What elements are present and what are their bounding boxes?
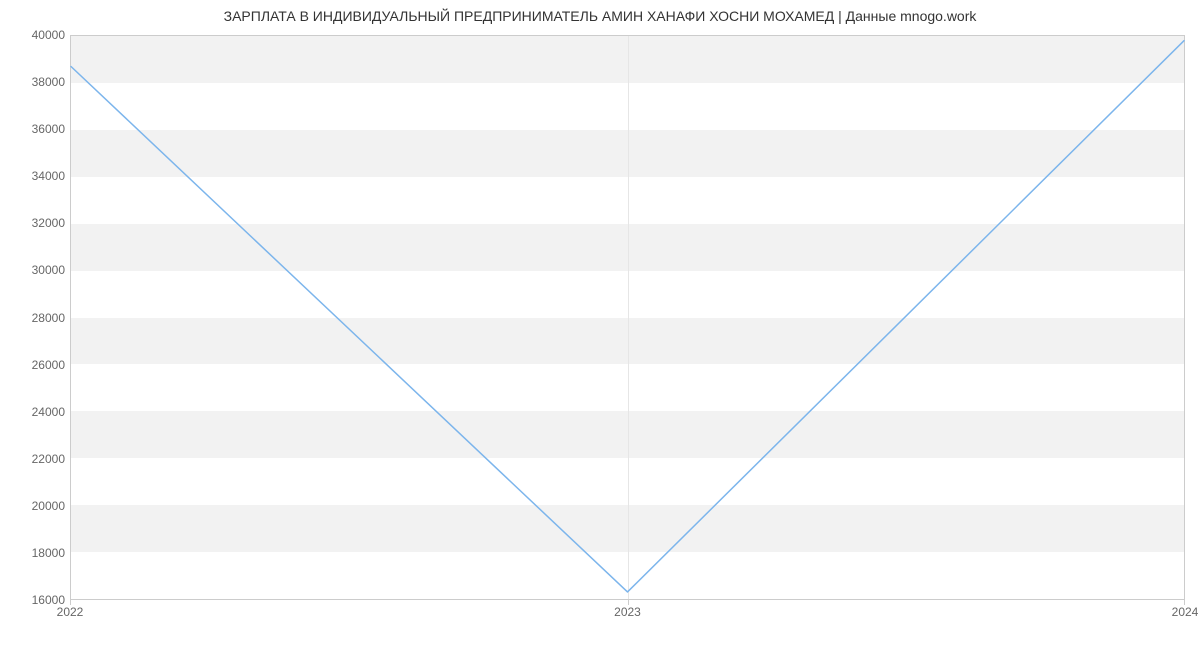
y-tick-label: 28000 (5, 311, 65, 325)
x-tick-mark (628, 599, 629, 605)
y-tick-label: 30000 (5, 263, 65, 277)
y-tick-label: 20000 (5, 499, 65, 513)
x-tick-label: 2022 (57, 605, 84, 619)
y-tick-label: 34000 (5, 169, 65, 183)
chart-title: ЗАРПЛАТА В ИНДИВИДУАЛЬНЫЙ ПРЕДПРИНИМАТЕЛ… (0, 8, 1200, 24)
series-path (71, 41, 1184, 592)
y-tick-label: 26000 (5, 358, 65, 372)
y-tick-label: 38000 (5, 75, 65, 89)
y-tick-label: 40000 (5, 28, 65, 42)
y-tick-label: 32000 (5, 216, 65, 230)
x-tick-label: 2023 (614, 605, 641, 619)
y-tick-label: 22000 (5, 452, 65, 466)
x-tick-mark (1184, 599, 1185, 605)
x-tick-label: 2024 (1172, 605, 1199, 619)
plot-area (70, 35, 1185, 600)
y-tick-label: 36000 (5, 122, 65, 136)
x-tick-mark (70, 599, 71, 605)
series-line (71, 36, 1184, 599)
y-tick-label: 24000 (5, 405, 65, 419)
y-tick-label: 18000 (5, 546, 65, 560)
salary-line-chart: ЗАРПЛАТА В ИНДИВИДУАЛЬНЫЙ ПРЕДПРИНИМАТЕЛ… (0, 0, 1200, 650)
